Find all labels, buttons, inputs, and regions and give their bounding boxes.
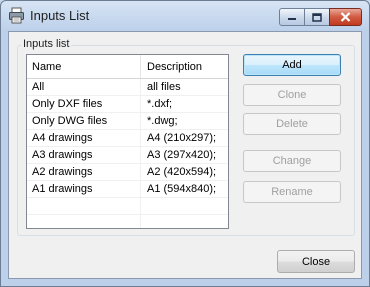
delete-button[interactable]: Delete (243, 113, 341, 135)
dialog-client-area: Inputs list Name Description All all fil… (8, 31, 362, 279)
close-icon (340, 12, 351, 22)
row-divider (140, 113, 141, 129)
change-button[interactable]: Change (243, 150, 341, 172)
row-divider (140, 130, 141, 146)
column-header-description[interactable]: Description (147, 61, 202, 73)
minimize-icon (288, 18, 296, 20)
item-description: *.dwg; (147, 115, 178, 127)
item-description: all files (147, 81, 181, 93)
row-divider (140, 215, 141, 228)
inputs-list-window: Inputs List Inputs list Name Description… (0, 0, 370, 287)
item-description: A1 (594x840); (147, 183, 217, 195)
add-button[interactable]: Add (243, 54, 341, 76)
rename-button[interactable]: Rename (243, 181, 341, 203)
group-label: Inputs list (21, 38, 72, 50)
row-divider (140, 164, 141, 180)
item-description: *.dxf; (147, 98, 173, 110)
list-item[interactable]: A1 drawings A1 (594x840); (27, 181, 228, 198)
empty-list-row (27, 215, 228, 228)
list-item[interactable]: All all files (27, 79, 228, 96)
title-bar[interactable]: Inputs List (1, 1, 369, 31)
item-name: All (32, 81, 45, 93)
maximize-icon (312, 12, 322, 22)
item-name: A3 drawings (32, 149, 93, 161)
item-name: Only DXF files (32, 98, 103, 110)
inputs-listview[interactable]: Name Description All all files Only DXF … (26, 54, 229, 229)
list-item[interactable]: A2 drawings A2 (420x594); (27, 164, 228, 181)
list-header: Name Description (27, 55, 228, 79)
item-description: A3 (297x420); (147, 149, 217, 161)
item-name: A1 drawings (32, 183, 93, 195)
row-divider (140, 181, 141, 197)
close-button[interactable]: Close (277, 250, 355, 273)
column-header-name[interactable]: Name (32, 61, 61, 73)
row-divider (140, 198, 141, 214)
list-item[interactable]: Only DXF files *.dxf; (27, 96, 228, 113)
close-window-button[interactable] (329, 8, 362, 26)
list-item[interactable]: A3 drawings A3 (297x420); (27, 147, 228, 164)
item-name: Only DWG files (32, 115, 108, 127)
item-description: A4 (210x297); (147, 132, 217, 144)
printer-icon (9, 7, 24, 24)
list-item[interactable]: Only DWG files *.dwg; (27, 113, 228, 130)
window-title: Inputs List (30, 8, 90, 23)
list-item[interactable]: A4 drawings A4 (210x297); (27, 130, 228, 147)
column-divider[interactable] (140, 55, 141, 78)
row-divider (140, 147, 141, 163)
empty-list-row (27, 198, 228, 215)
item-description: A2 (420x594); (147, 166, 217, 178)
maximize-button[interactable] (304, 8, 330, 26)
row-divider (140, 79, 141, 95)
minimize-button[interactable] (279, 8, 305, 26)
clone-button[interactable]: Clone (243, 84, 341, 106)
item-name: A4 drawings (32, 132, 93, 144)
row-divider (140, 96, 141, 112)
item-name: A2 drawings (32, 166, 93, 178)
